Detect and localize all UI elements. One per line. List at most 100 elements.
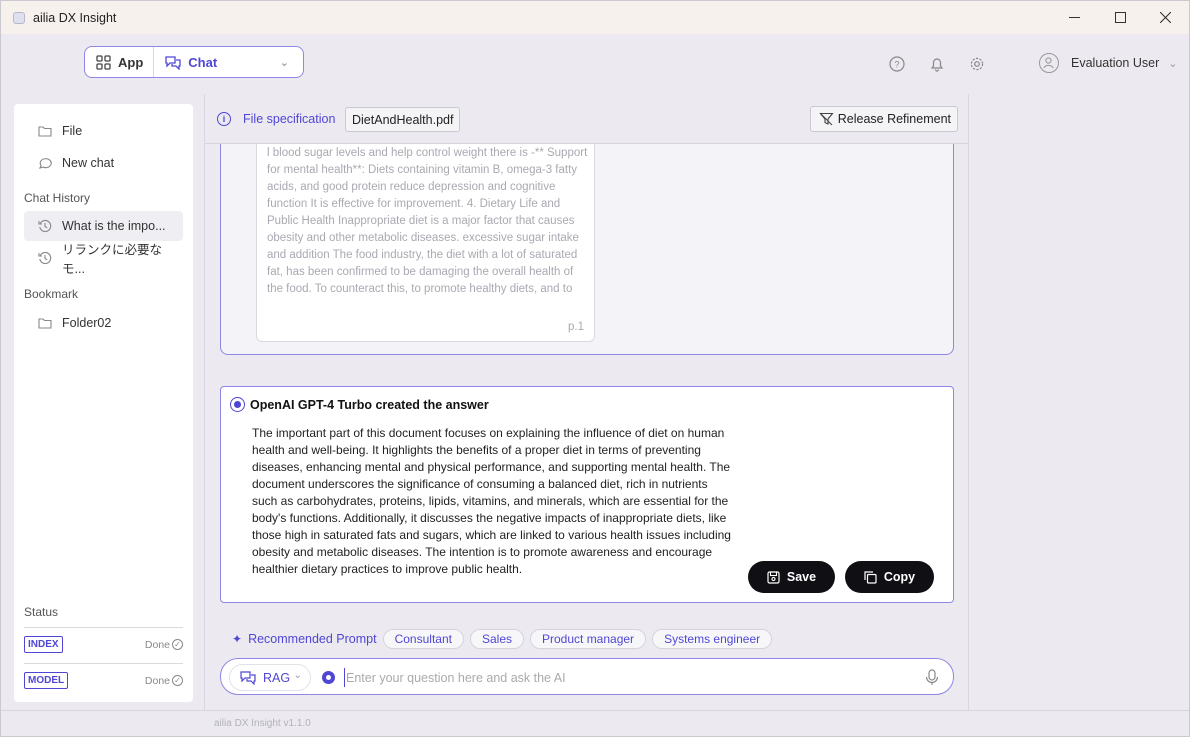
sidebar-item-label: File	[62, 124, 83, 138]
user-icon	[1043, 57, 1054, 69]
save-icon	[767, 570, 780, 584]
folder-icon	[38, 124, 52, 138]
release-refinement-label: Release Refinement	[837, 112, 951, 126]
recommended-prompts: ✦ Recommended Prompt Consultant Sales Pr…	[232, 629, 778, 649]
info-icon: i	[217, 112, 231, 126]
title-bar: ailia DX Insight	[1, 1, 1189, 34]
window-title: ailia DX Insight	[33, 10, 117, 25]
history-item-label: What is the impo...	[62, 219, 166, 233]
bell-icon	[930, 58, 944, 72]
question-input[interactable]	[344, 668, 904, 687]
chat-mode-dropdown[interactable]: Chat ⌄	[154, 47, 303, 77]
file-chip[interactable]: DietAndHealth.pdf	[345, 107, 461, 132]
answer-card: OpenAI GPT-4 Turbo created the answer Th…	[220, 386, 954, 603]
mode-switcher: App Chat ⌄	[84, 46, 304, 78]
app-window: ailia DX Insight App Chat ⌄ ? Evaluation…	[0, 0, 1190, 737]
status-index: INDEX Done ✓	[24, 627, 183, 661]
answer-header: OpenAI GPT-4 Turbo created the answer	[250, 398, 489, 412]
settings-button[interactable]	[968, 55, 986, 73]
release-refinement-button[interactable]: Release Refinement	[809, 106, 958, 132]
user-name: Evaluation User	[1071, 56, 1160, 70]
check-circle-icon: ✓	[172, 639, 183, 650]
app-mode-label: App	[118, 54, 144, 70]
status-done: Done ✓	[145, 639, 183, 651]
reference-text: l blood sugar levels and help control we…	[267, 147, 588, 295]
bookmark-heading: Bookmark	[24, 287, 79, 301]
copy-icon	[864, 570, 877, 584]
status-done: Done ✓	[145, 675, 183, 687]
bookmark-folder-label: Folder02	[62, 316, 112, 330]
folder-icon	[38, 316, 52, 330]
sparkle-icon: ✦	[232, 632, 243, 646]
filter-off-icon	[819, 112, 834, 126]
status-badge: INDEX	[24, 636, 63, 653]
close-icon	[1159, 12, 1171, 23]
bottom-bar	[1, 710, 1189, 736]
version-label: ailia DX Insight v1.1.0	[214, 718, 311, 729]
microphone-button[interactable]	[925, 669, 939, 686]
copy-label: Copy	[883, 570, 916, 584]
chevron-down-icon: ⌄	[293, 670, 302, 681]
reference-card: l blood sugar levels and help control we…	[220, 144, 954, 355]
file-spec-bar: i File specification DietAndHealth.pdf R…	[205, 94, 968, 144]
file-spec-label: File specification	[243, 112, 336, 126]
history-item-label: リランクに必要なモ...	[62, 243, 163, 276]
status-badge: MODEL	[24, 672, 69, 689]
chat-mode-label: Chat	[188, 54, 218, 70]
status-done-label: Done	[144, 638, 170, 651]
sidebar-item-new-chat[interactable]: New chat	[24, 148, 183, 178]
chat-icon	[240, 671, 256, 685]
svg-text:?: ?	[894, 60, 899, 70]
user-menu[interactable]: Evaluation User ⌄	[1039, 53, 1177, 73]
sidebar-item-label: New chat	[62, 156, 115, 170]
maximize-icon	[1114, 12, 1126, 23]
sidebar: File New chat Chat History What is the i…	[14, 104, 193, 702]
rag-mode-dropdown[interactable]: RAG ⌄	[229, 664, 311, 691]
help-button[interactable]: ?	[888, 55, 906, 73]
history-item[interactable]: What is the impo...	[24, 211, 183, 241]
minimize-button[interactable]	[1051, 1, 1097, 34]
page-number: p.1	[568, 321, 584, 333]
status-heading: Status	[24, 605, 59, 619]
top-bar: App Chat ⌄ ? Evaluation User ⌄	[1, 34, 1189, 92]
gear-icon	[970, 57, 984, 71]
prompt-chip-sales[interactable]: Sales	[469, 629, 524, 649]
rag-mode-label: RAG	[263, 670, 291, 685]
bookmark-folder[interactable]: Folder02	[24, 308, 183, 338]
app-logo-icon	[13, 11, 25, 24]
grid-icon	[96, 54, 111, 70]
history-icon	[38, 251, 52, 265]
history-item[interactable]: リランクに必要なモ...	[24, 243, 183, 276]
right-pane	[970, 94, 1189, 710]
minimize-icon	[1068, 17, 1080, 18]
prompt-chip-consultant[interactable]: Consultant	[382, 629, 464, 649]
chevron-down-icon: ⌄	[1168, 57, 1178, 70]
copy-button[interactable]: Copy	[845, 561, 934, 593]
close-button[interactable]	[1142, 1, 1188, 34]
status-done-label: Done	[144, 674, 170, 687]
answer-body: The important part of this document focu…	[252, 426, 731, 576]
prompt-chip-product-manager[interactable]: Product manager	[530, 629, 647, 649]
question-input-bar: RAG ⌄	[220, 658, 954, 695]
microphone-icon	[925, 669, 939, 685]
chat-history-heading: Chat History	[24, 191, 91, 205]
avatar	[1039, 53, 1059, 73]
check-circle-icon: ✓	[172, 675, 183, 686]
help-icon: ?	[889, 56, 905, 72]
history-icon	[38, 219, 52, 233]
chat-bubble-icon	[38, 156, 52, 170]
app-mode-button[interactable]: App	[85, 47, 155, 77]
chevron-down-icon: ⌄	[279, 57, 289, 69]
prompt-chip-systems-engineer[interactable]: Systems engineer	[652, 629, 773, 649]
maximize-button[interactable]	[1097, 1, 1143, 34]
notifications-button[interactable]	[928, 55, 946, 73]
status-model: MODEL Done ✓	[24, 663, 183, 697]
save-label: Save	[786, 570, 817, 584]
chat-panel: i File specification DietAndHealth.pdf R…	[204, 94, 969, 710]
model-indicator-icon	[230, 397, 245, 412]
reference-snippet[interactable]: l blood sugar levels and help control we…	[256, 144, 595, 342]
save-button[interactable]: Save	[748, 561, 835, 593]
sidebar-item-file[interactable]: File	[24, 116, 183, 146]
recommended-label: Recommended Prompt	[248, 632, 377, 646]
chat-icon	[165, 55, 181, 70]
